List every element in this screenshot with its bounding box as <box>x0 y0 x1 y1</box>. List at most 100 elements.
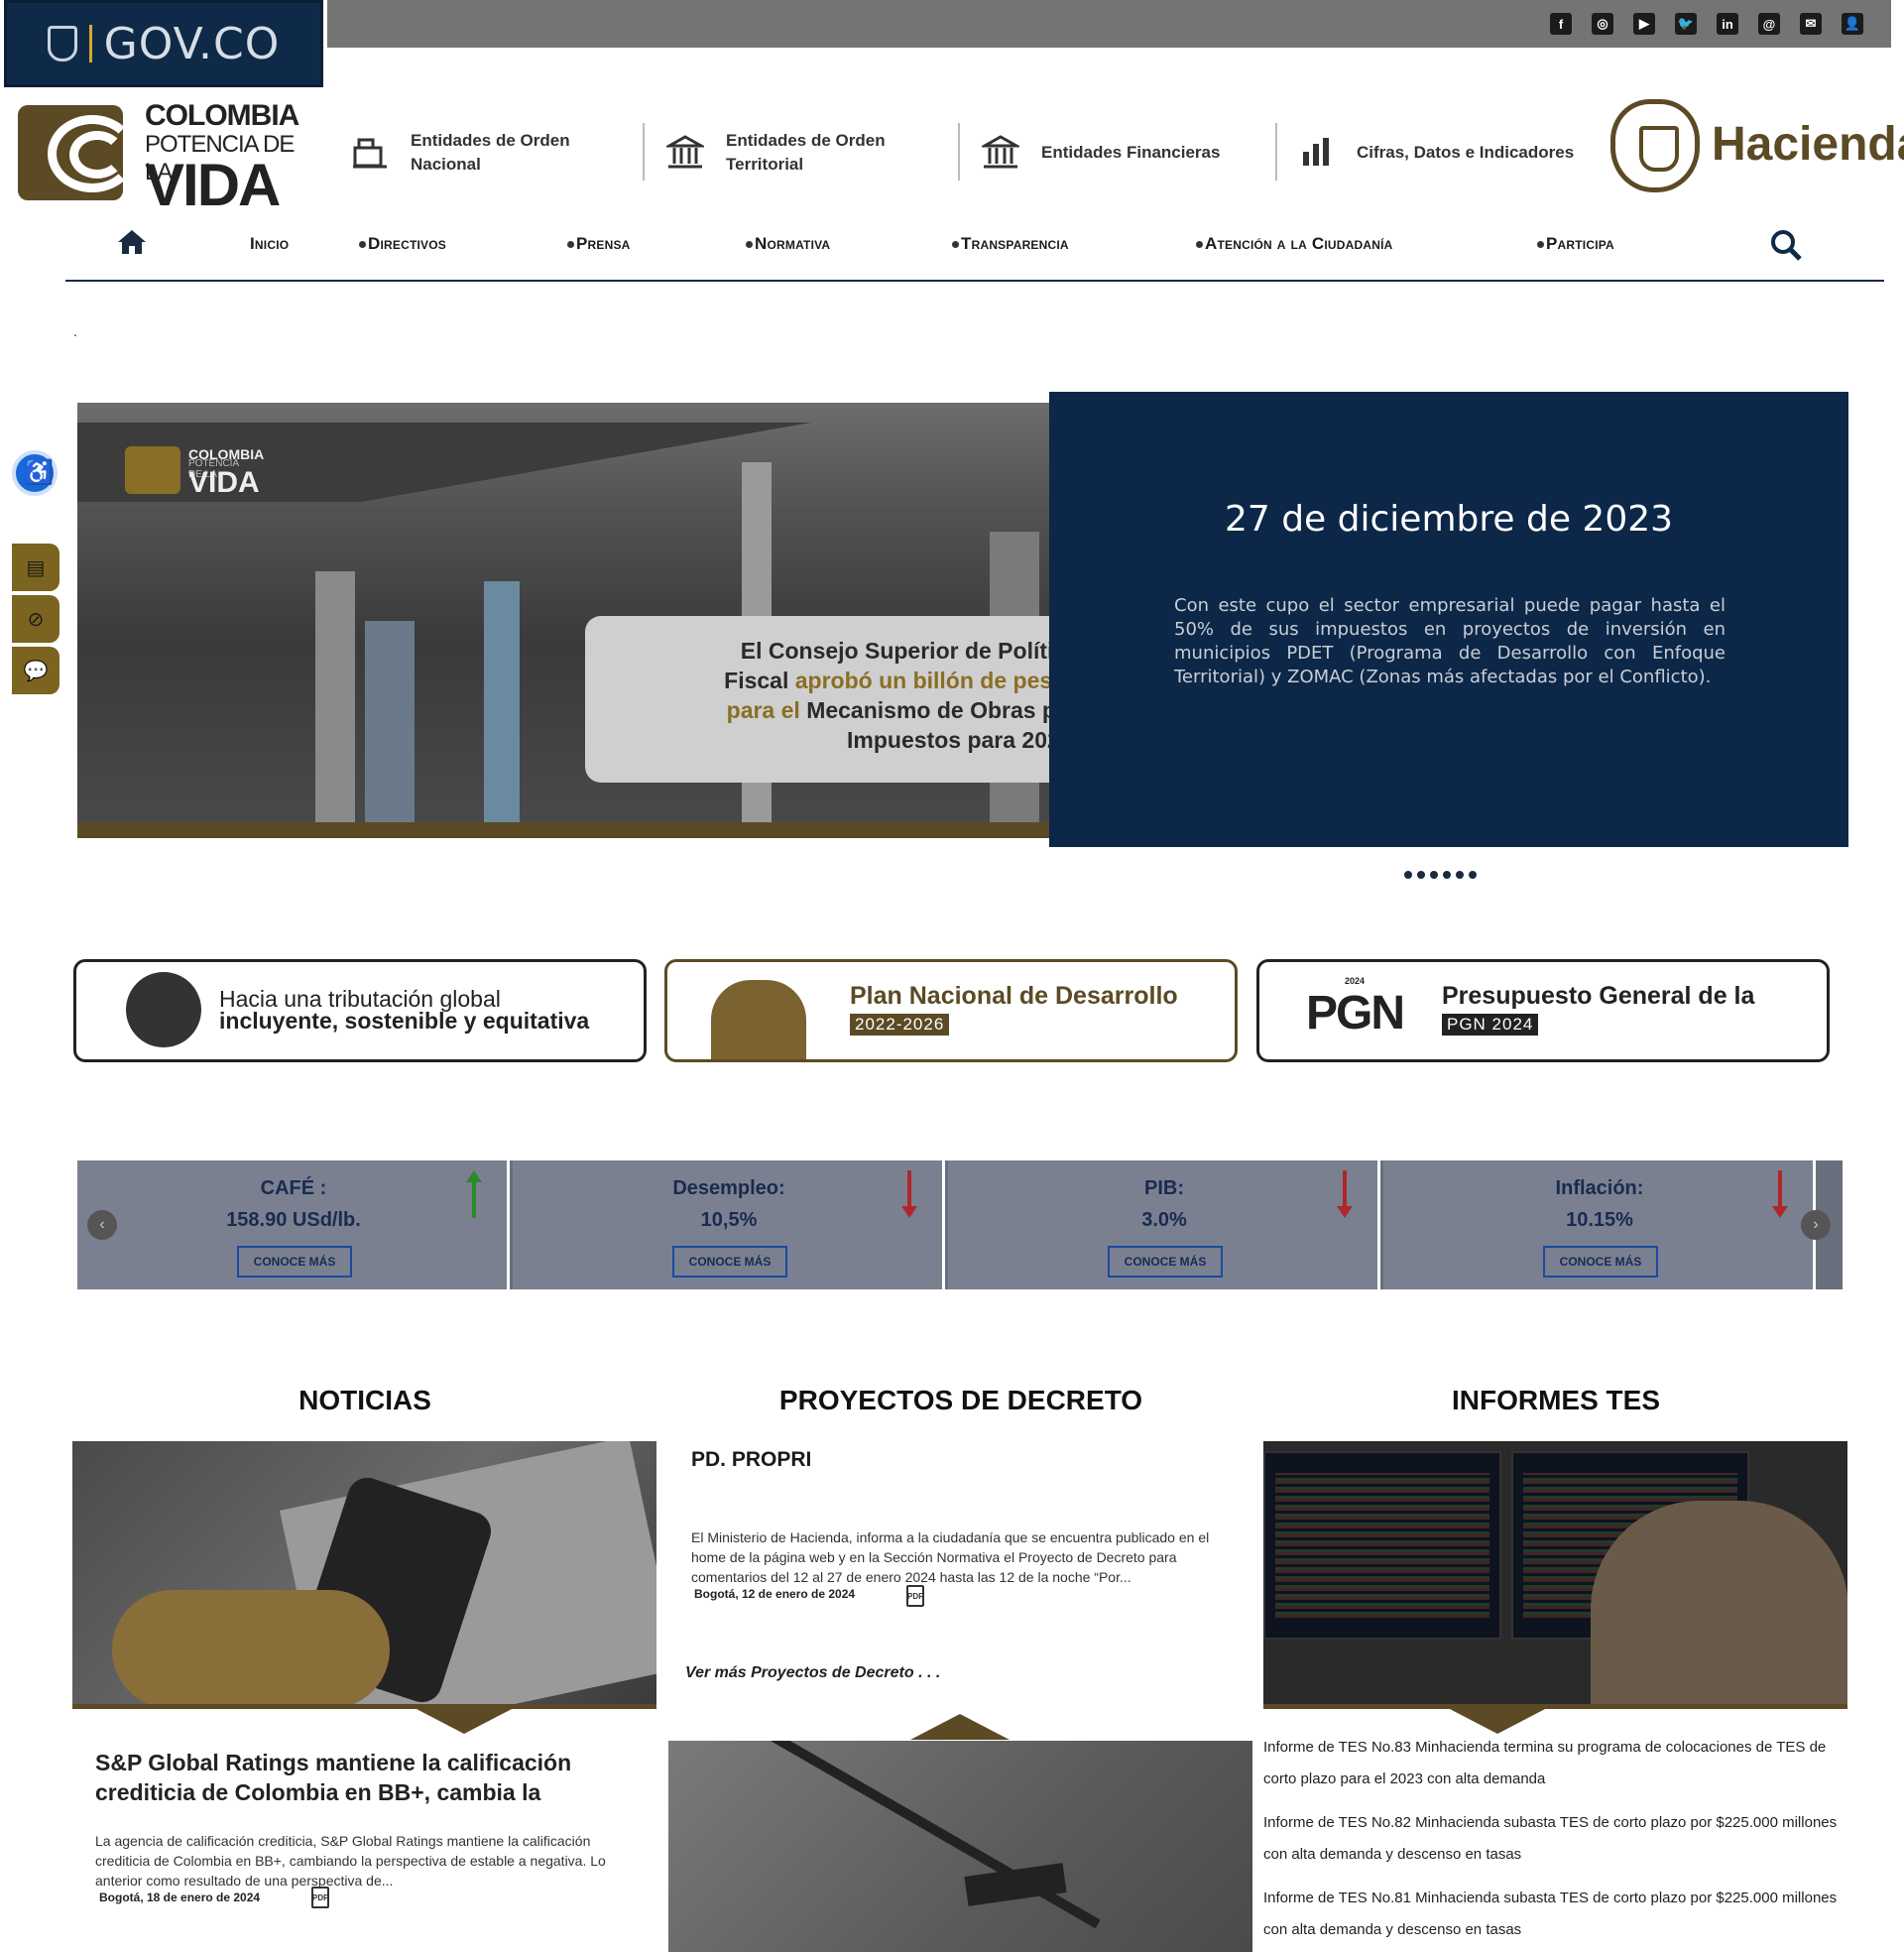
tes-image[interactable] <box>1263 1441 1847 1708</box>
arrow-down-icon <box>1337 1170 1353 1218</box>
cifras-datos-link[interactable]: Cifras, Datos e Indicadores <box>1295 125 1574 181</box>
slider-image[interactable]: COLOMBIA POTENCIA DE LA VIDA El Consejo … <box>77 403 1095 838</box>
nav-atencion[interactable]: Atención a la Ciudadanía <box>1196 234 1393 254</box>
slider-dot[interactable] <box>1404 871 1412 879</box>
tes-report-link[interactable]: Informe de TES No.82 Minhacienda subasta… <box>1263 1807 1848 1871</box>
decree-date: Bogotá, 12 de enero de 2024 <box>694 1587 856 1601</box>
entity-label: Entidades Financieras <box>1041 143 1221 162</box>
slider-date: 27 de diciembre de 2023 <box>1224 499 1674 540</box>
news-title[interactable]: S&P Global Ratings mantiene la calificac… <box>95 1748 611 1807</box>
stray-dot: . <box>73 323 77 339</box>
slider-description: Con este cupo el sector empresarial pued… <box>1174 595 1726 687</box>
indicator-card: Inflación: 10.15% CONOCE MÁS <box>1383 1160 1816 1289</box>
slider-dots[interactable] <box>1404 871 1477 879</box>
indicators-carousel: CAFÉ :158.90 USd/lb. CONOCE MÁS Desemple… <box>77 1160 1843 1289</box>
section-decretos: PROYECTOS DE DECRETO <box>778 1385 1143 1415</box>
document-icon[interactable]: ▤ <box>12 544 60 591</box>
logo-line3: VIDA <box>145 152 281 218</box>
conoce-mas-button[interactable]: CONOCE MÁS <box>672 1246 787 1278</box>
slider-caption: 27 de diciembre de 2023 Con este cupo el… <box>1049 392 1848 847</box>
govco-brand: GOV.CO <box>103 18 281 69</box>
slider-dot[interactable] <box>1417 871 1425 879</box>
search-icon[interactable] <box>1769 228 1803 267</box>
facebook-icon[interactable]: f <box>1550 13 1572 35</box>
carousel-prev-icon[interactable]: ‹ <box>87 1210 117 1240</box>
govco-logo[interactable]: GOV.CO <box>4 0 323 87</box>
news-summary: La agencia de calificación crediticia, S… <box>95 1833 606 1889</box>
divider <box>643 123 645 181</box>
threads-icon[interactable]: @ <box>1758 13 1780 35</box>
banner-plan-desarrollo[interactable]: Plan Nacional de Desarrollo 2022-2026 <box>664 959 1238 1062</box>
indicator-card: CAFÉ :158.90 USd/lb. CONOCE MÁS <box>77 1160 510 1289</box>
section-tes: INFORMES TES <box>1451 1385 1660 1415</box>
logo-mark-icon <box>125 446 180 494</box>
news-date: Bogotá, 18 de enero de 2024 <box>99 1891 261 1904</box>
divider <box>958 123 960 181</box>
tes-report-link[interactable]: Informe de TES No.81 Minhacienda subasta… <box>1263 1883 1848 1946</box>
logo-line1: COLOMBIA <box>145 99 299 132</box>
nav-normativa[interactable]: Normativa <box>746 234 830 254</box>
slider-dot[interactable] <box>1469 871 1477 879</box>
indicator-card: Desempleo: 10,5% CONOCE MÁS <box>513 1160 945 1289</box>
decree-image[interactable] <box>668 1741 1252 1952</box>
entidades-territorial-link[interactable]: Entidades de Orden Territorial <box>664 125 886 181</box>
entity-label: Entidades de Orden Nacional <box>411 131 570 174</box>
nav-inicio[interactable]: Inicio <box>250 234 289 254</box>
social-bar: f ◎ ▶ 🐦 in @ ✉ 👤 <box>327 0 1891 48</box>
colombia-potencia-logo[interactable]: COLOMBIA POTENCIA DE LA VIDA <box>18 99 305 218</box>
slider-headline: El Consejo Superior de Política Fiscal a… <box>724 638 1079 753</box>
slider-dot[interactable] <box>1456 871 1464 879</box>
entidades-financieras-link[interactable]: Entidades Financieras <box>980 125 1220 181</box>
slider-dot[interactable] <box>1443 871 1451 879</box>
conoce-mas-button[interactable]: CONOCE MÁS <box>237 1246 352 1278</box>
linkedin-icon[interactable]: in <box>1717 13 1738 35</box>
hacienda-logo[interactable]: Hacienda <box>1610 97 1904 196</box>
globe-icon <box>126 972 201 1047</box>
decree-more-link[interactable]: Ver más Proyectos de Decreto . . . <box>685 1664 940 1682</box>
coat-of-arms-icon <box>47 26 77 61</box>
nav-directivos[interactable]: Directivos <box>359 234 446 254</box>
arrow-up-icon <box>466 1170 482 1218</box>
government-icon <box>664 132 706 174</box>
twitter-icon[interactable]: 🐦 <box>1675 13 1697 35</box>
pdf-icon[interactable]: PDF <box>311 1887 329 1908</box>
arrow-down-icon <box>901 1170 917 1218</box>
accessibility-icon[interactable] <box>12 450 58 496</box>
tes-report-link[interactable]: Informe de TES No.83 Minhacienda termina… <box>1263 1732 1848 1795</box>
banner-tributacion[interactable]: Hacia una tributación global incluyente,… <box>73 959 647 1062</box>
carousel-next-icon[interactable]: › <box>1801 1210 1831 1240</box>
nature-icon <box>711 980 806 1059</box>
banner-pgn[interactable]: 2024 PGN Presupuesto General de la Nació… <box>1256 959 1830 1062</box>
nav-transparencia[interactable]: Transparencia <box>952 234 1069 254</box>
section-noticias: NOTICIAS <box>298 1385 431 1415</box>
instagram-icon[interactable]: ◎ <box>1592 13 1613 35</box>
entity-label: Cifras, Datos e Indicadores <box>1357 143 1575 162</box>
decree-summary: El Ministerio de Hacienda, informa a la … <box>691 1529 1210 1585</box>
home-icon[interactable] <box>117 228 147 261</box>
chart-icon <box>1295 132 1337 174</box>
building-icon <box>349 132 391 174</box>
main-nav: Inicio Directivos Prensa Normativa Trans… <box>65 220 1884 282</box>
nav-participa[interactable]: Participa <box>1537 234 1614 254</box>
divider <box>88 25 92 62</box>
pdf-icon[interactable]: PDF <box>906 1585 924 1607</box>
conoce-mas-button[interactable]: CONOCE MÁS <box>1543 1246 1658 1278</box>
divider <box>1275 123 1277 181</box>
youtube-icon[interactable]: ▶ <box>1633 13 1655 35</box>
chat-icon[interactable]: 💬 <box>12 647 60 694</box>
decree-title[interactable]: PD. PROPRI <box>691 1448 811 1472</box>
entidades-nacional-link[interactable]: Entidades de Orden Nacional <box>349 125 570 181</box>
bank-icon <box>980 132 1021 174</box>
conoce-mas-button[interactable]: CONOCE MÁS <box>1108 1246 1223 1278</box>
logo-mark-icon <box>18 105 123 200</box>
entity-label: Entidades de Orden Territorial <box>726 131 886 174</box>
indicator-card: PIB: 3.0% CONOCE MÁS <box>948 1160 1380 1289</box>
mail-icon[interactable]: ✉ <box>1800 13 1822 35</box>
slider-dot[interactable] <box>1430 871 1438 879</box>
news-image[interactable] <box>72 1441 656 1708</box>
coat-of-arms-icon <box>1610 99 1700 192</box>
hide-icon[interactable]: ⊘ <box>12 595 60 643</box>
nav-prensa[interactable]: Prensa <box>567 234 631 254</box>
user-icon[interactable]: 👤 <box>1842 13 1863 35</box>
ministry-name: Hacienda <box>1712 118 1904 171</box>
